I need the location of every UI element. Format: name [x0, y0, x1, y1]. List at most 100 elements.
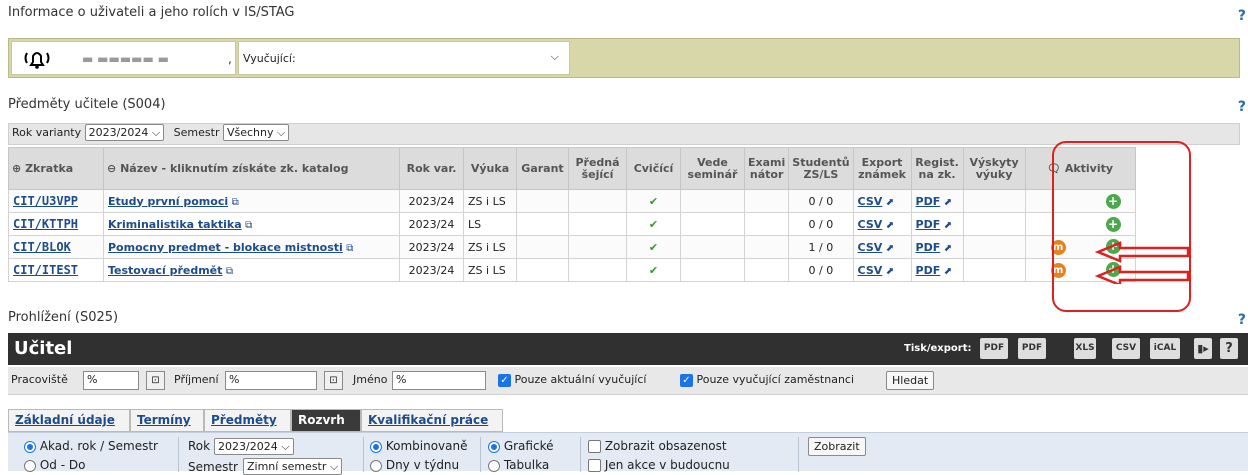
external-link-icon[interactable]: ⧉ — [245, 220, 252, 231]
pdf-registration-link[interactable]: PDF — [916, 218, 941, 231]
pdf-export-icon[interactable]: PDF — [980, 338, 1008, 359]
check-icon: ✔ — [626, 258, 681, 282]
table-radio[interactable] — [488, 459, 500, 472]
year-label: Rok — [188, 439, 211, 453]
external-link-icon[interactable]: ⧉ — [232, 197, 239, 208]
show-button[interactable]: Zobrazit — [808, 437, 866, 456]
table-option[interactable]: Tabulka — [488, 458, 549, 472]
csv-export-link[interactable]: CSV — [858, 264, 883, 277]
semester-select-2[interactable]: Zimní semestr ⌵ — [243, 458, 343, 475]
surname-input[interactable]: % — [225, 371, 317, 390]
tab-terms[interactable]: Termíny — [130, 409, 204, 432]
divider — [480, 437, 481, 472]
cell-code: CIT/ITEST — [8, 258, 104, 282]
export-icon[interactable]: ⬈ — [944, 266, 952, 277]
pdf-registration-link[interactable]: PDF — [916, 264, 941, 277]
export-icon[interactable]: ⬈ — [886, 243, 894, 254]
only-future-option[interactable]: Jen akce v budoucnu — [588, 458, 730, 472]
ical-export-icon[interactable]: iCAL — [1150, 338, 1180, 359]
export-icon[interactable]: ⬈ — [886, 220, 894, 231]
col-examiner: Exami nátor — [743, 147, 790, 190]
check-icon: ✔ — [626, 212, 681, 236]
chevron-down-icon: ⌵ — [550, 50, 559, 63]
from-to-option[interactable]: Od - Do — [24, 458, 85, 472]
excel-export-icon[interactable]: XLS — [1074, 338, 1096, 359]
workplace-input[interactable]: % — [83, 371, 139, 390]
only-current-option[interactable]: ✓ Pouze aktuální vyučující — [498, 373, 646, 387]
help-icon[interactable]: ? — [1238, 312, 1246, 328]
collapse-icon[interactable]: ▮▸ — [1194, 338, 1212, 359]
only-employees-checkbox[interactable]: ✓ — [680, 373, 693, 387]
export-icon[interactable]: ⬈ — [944, 197, 952, 208]
tab-schedule[interactable]: Rozvrh — [291, 409, 361, 432]
year-select[interactable]: 2023/2024 ⌵ — [214, 438, 294, 455]
pdf-export-alt-icon[interactable]: PDF — [1018, 338, 1046, 359]
only-employees-option[interactable]: ✓ Pouze vyučující zaměstnanci — [680, 373, 854, 387]
graphic-option[interactable]: Grafické — [488, 439, 553, 453]
tab-qualification-works[interactable]: Kvalifikační práce — [361, 409, 503, 432]
divider — [178, 437, 179, 472]
cell-examiner — [743, 212, 790, 236]
subject-name-link[interactable]: Testovací předmět — [108, 264, 222, 277]
sort-icon[interactable]: ⊕ — [12, 162, 21, 175]
subject-name-link[interactable]: Pomocny predmet - blokace mistnosti — [108, 241, 343, 254]
academic-year-radio[interactable] — [24, 440, 36, 453]
bell-icon[interactable] — [22, 47, 52, 71]
pdf-registration-link[interactable]: PDF — [916, 241, 941, 254]
year-variant-label: Rok varianty — [12, 126, 82, 139]
search-button[interactable]: Hledat — [886, 371, 935, 390]
subject-code-link[interactable]: CIT/U3VPP — [13, 194, 78, 208]
semester-select[interactable]: Všechny ⌵ — [222, 124, 290, 141]
help-icon[interactable]: ? — [1238, 99, 1246, 115]
arrow-icon — [1094, 241, 1190, 263]
export-icon[interactable]: ⬈ — [944, 220, 952, 231]
external-link-icon[interactable]: ⧉ — [346, 243, 353, 254]
export-icon[interactable]: ⬈ — [944, 243, 952, 254]
tab-basic-info[interactable]: Základní údaje — [8, 409, 130, 432]
cell-guarantor — [516, 258, 569, 282]
help-icon[interactable]: ? — [1238, 8, 1246, 24]
cell-name: Etudy první pomoci ⧉ — [103, 189, 400, 213]
show-occupancy-option[interactable]: Zobrazit obsazenost — [588, 439, 727, 453]
col-name[interactable]: ⊖ Název - kliknutím získáte zk. katalog — [103, 147, 400, 190]
teacher-bar: Učitel Tisk/export: PDF PDF XLS CSV iCAL… — [8, 333, 1248, 365]
sort-icon[interactable]: ⊖ — [107, 162, 116, 175]
from-to-radio[interactable] — [24, 459, 36, 472]
cell-lecturer — [568, 189, 627, 213]
pdf-registration-link[interactable]: PDF — [916, 195, 941, 208]
export-icon[interactable]: ⬈ — [886, 266, 894, 277]
surname-picker-button[interactable]: ⊡ — [324, 371, 343, 390]
csv-export-icon[interactable]: CSV — [1112, 338, 1140, 359]
only-current-checkbox[interactable]: ✓ — [498, 373, 511, 387]
days-radio[interactable] — [370, 459, 382, 472]
graphic-radio[interactable] — [488, 440, 500, 453]
subject-code-link[interactable]: CIT/ITEST — [13, 263, 78, 277]
subject-code-link[interactable]: CIT/BLOK — [13, 240, 71, 254]
role-select[interactable]: Vyučující: ⌵ — [238, 41, 570, 75]
academic-year-option[interactable]: Akad. rok / Semestr — [24, 439, 158, 453]
cell-registration: PDF ⬈ — [910, 212, 964, 236]
help-icon[interactable]: ? — [1220, 338, 1238, 359]
subject-name-link[interactable]: Kriminalistika taktika — [108, 218, 242, 231]
subject-code-link[interactable]: CIT/KTTPH — [13, 217, 78, 231]
year-variant-select[interactable]: 2023/2024 ⌵ — [84, 124, 165, 141]
csv-export-link[interactable]: CSV — [858, 195, 883, 208]
show-occupancy-checkbox[interactable] — [588, 440, 601, 453]
combined-radio[interactable] — [370, 440, 382, 453]
csv-export-link[interactable]: CSV — [858, 241, 883, 254]
export-icon[interactable]: ⬈ — [886, 197, 894, 208]
table-row: CIT/BLOK Pomocny predmet - blokace mistno… — [8, 235, 1136, 259]
external-link-icon[interactable]: ⧉ — [226, 266, 233, 277]
csv-export-link[interactable]: CSV — [858, 218, 883, 231]
subject-name-link[interactable]: Etudy první pomoci — [108, 195, 228, 208]
cell-export: CSV ⬈ — [852, 258, 912, 282]
only-future-checkbox[interactable] — [588, 459, 601, 472]
firstname-input[interactable]: % — [392, 371, 486, 390]
workplace-picker-button[interactable]: ⊡ — [146, 371, 165, 390]
col-code[interactable]: ⊕ Zkratka — [8, 147, 104, 190]
days-option[interactable]: Dny v týdnu — [370, 458, 459, 472]
combined-option[interactable]: Kombinovaně — [370, 439, 467, 453]
cell-examiner — [743, 258, 790, 282]
user-panel: ▬ ▬▬▬▬▬ ▬ , Vyučující: ⌵ — [8, 38, 1240, 78]
tab-subjects[interactable]: Předměty — [204, 409, 291, 432]
